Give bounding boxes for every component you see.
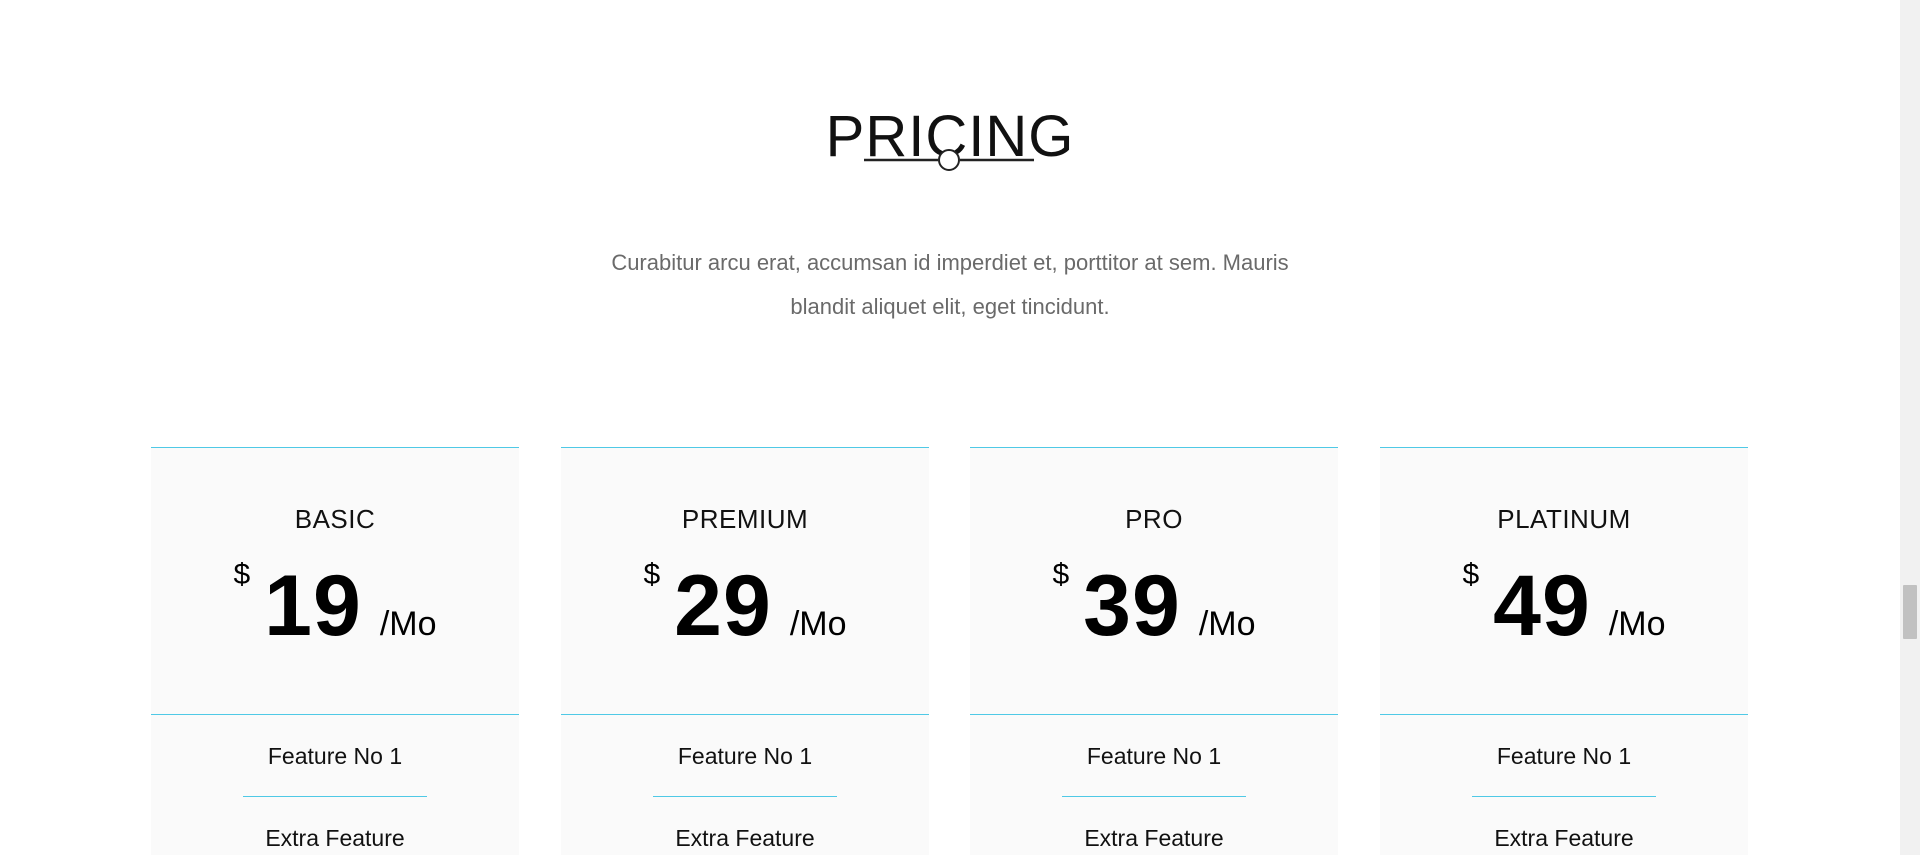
- plan-name: BASIC: [294, 504, 376, 534]
- intro-line: blandit aliquet elit, eget tincidunt.: [790, 294, 1110, 319]
- pricing-card-platinum: PLATINUM $49/Mo Feature No 1 Extra Featu…: [1380, 447, 1748, 855]
- plan-price: $29/Mo: [561, 556, 929, 656]
- title-divider: [864, 149, 1034, 171]
- pricing-card-header: BASIC $19/Mo: [151, 448, 519, 715]
- plan-name: PRO: [1125, 504, 1183, 534]
- plan-price: $39/Mo: [970, 556, 1338, 656]
- feature-list: Feature No 1 Extra Feature: [970, 715, 1338, 855]
- price-currency: $: [233, 558, 251, 591]
- feature-item: Extra Feature: [265, 825, 405, 851]
- price-currency: $: [643, 558, 661, 591]
- pricing-card-header: PLATINUM $49/Mo: [1380, 448, 1748, 715]
- plan-price: $49/Mo: [1380, 556, 1748, 656]
- price-period: /Mo: [1608, 605, 1666, 643]
- section-intro: Curabitur arcu erat, accumsan id imperdi…: [0, 241, 1900, 329]
- feature-item: Feature No 1: [151, 715, 519, 797]
- price-period: /Mo: [789, 605, 847, 643]
- price-amount: 29: [674, 558, 772, 654]
- page: PRICING Curabitur arcu erat, accumsan id…: [0, 0, 1920, 855]
- feature-item: Extra Feature: [675, 825, 815, 851]
- feature-item: Extra Feature: [1494, 825, 1634, 851]
- price-currency: $: [1462, 558, 1480, 591]
- pricing-card-header: PREMIUM $29/Mo: [561, 448, 929, 715]
- plan-name: PREMIUM: [681, 504, 809, 534]
- pricing-card-header: PRO $39/Mo: [970, 448, 1338, 715]
- price-amount: 39: [1083, 558, 1181, 654]
- scrollbar-thumb[interactable]: [1903, 585, 1917, 639]
- feature-item: Extra Feature: [1084, 825, 1224, 851]
- price-currency: $: [1052, 558, 1070, 591]
- pricing-card-premium: PREMIUM $29/Mo Feature No 1 Extra Featur…: [561, 447, 929, 855]
- pricing-card-pro: PRO $39/Mo Feature No 1 Extra Feature: [970, 447, 1338, 855]
- plan-name: PLATINUM: [1497, 504, 1631, 534]
- price-period: /Mo: [379, 605, 437, 643]
- intro-line: Curabitur arcu erat, accumsan id imperdi…: [611, 250, 1289, 275]
- feature-item: Feature No 1: [1380, 715, 1748, 797]
- feature-item: Feature No 1: [970, 715, 1338, 797]
- plan-price: $19/Mo: [151, 556, 519, 656]
- feature-item: Feature No 1: [561, 715, 929, 797]
- feature-list: Feature No 1 Extra Feature: [1380, 715, 1748, 855]
- feature-list: Feature No 1 Extra Feature: [561, 715, 929, 855]
- price-amount: 49: [1493, 558, 1591, 654]
- feature-list: Feature No 1 Extra Feature: [151, 715, 519, 855]
- vertical-scrollbar[interactable]: [1900, 0, 1920, 855]
- price-amount: 19: [264, 558, 362, 654]
- price-period: /Mo: [1198, 605, 1256, 643]
- pricing-section: PRICING Curabitur arcu erat, accumsan id…: [0, 0, 1900, 855]
- pricing-card-basic: BASIC $19/Mo Feature No 1 Extra Feature: [151, 447, 519, 855]
